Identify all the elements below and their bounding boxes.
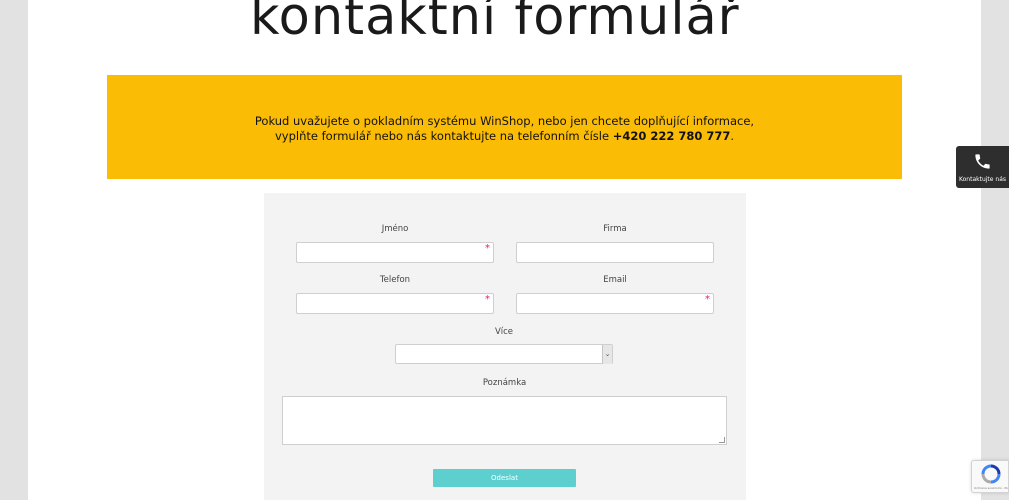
more-select[interactable]: ⌄ [395, 344, 613, 364]
recaptcha-icon [981, 464, 1001, 488]
contact-us-widget[interactable]: Kontaktujte nás [956, 146, 1009, 188]
resize-handle-icon[interactable] [719, 437, 725, 443]
company-label: Firma [603, 224, 627, 234]
phone-field[interactable]: * [296, 293, 494, 314]
required-marker: * [485, 243, 490, 254]
name-label: Jméno [381, 224, 409, 234]
note-textarea[interactable] [282, 396, 727, 445]
contact-form: Jméno * Firma Telefon * Email * Více ⌄ P… [264, 193, 746, 500]
email-field[interactable]: * [516, 293, 714, 314]
phone-icon [973, 152, 992, 175]
page-title-text: kontaktní formulář [249, 0, 740, 47]
submit-button[interactable]: Odeslat [433, 469, 576, 487]
email-label: Email [603, 275, 627, 285]
required-marker: * [705, 294, 710, 305]
recaptcha-badge[interactable]: Ochrana soukromí - Podmínky [971, 460, 1009, 493]
info-banner: Pokud uvažujete o pokladním systému WinS… [107, 75, 902, 179]
contact-us-label: Kontaktujte nás [959, 176, 1006, 183]
name-field[interactable]: * [296, 242, 494, 263]
chevron-down-icon[interactable]: ⌄ [602, 345, 612, 364]
company-field[interactable] [516, 242, 714, 263]
recaptcha-text[interactable]: Ochrana soukromí - Podmínky [974, 486, 1008, 490]
banner-line-2-end: . [730, 129, 735, 143]
banner-phone-number: +420 222 780 777 [612, 129, 731, 143]
phone-label: Telefon [379, 275, 411, 285]
note-label: Poznámka [482, 378, 527, 388]
banner-line-2-text: vyplňte formulář nebo nás kontaktujte na… [274, 129, 613, 143]
banner-line-1: Pokud uvažujete o pokladním systému WinS… [254, 114, 755, 128]
required-marker: * [485, 294, 490, 305]
more-label: Více [494, 327, 514, 337]
banner-line-2: vyplňte formulář nebo nás kontaktujte na… [275, 129, 734, 144]
page-title: kontaktní formulář [0, 0, 1009, 48]
